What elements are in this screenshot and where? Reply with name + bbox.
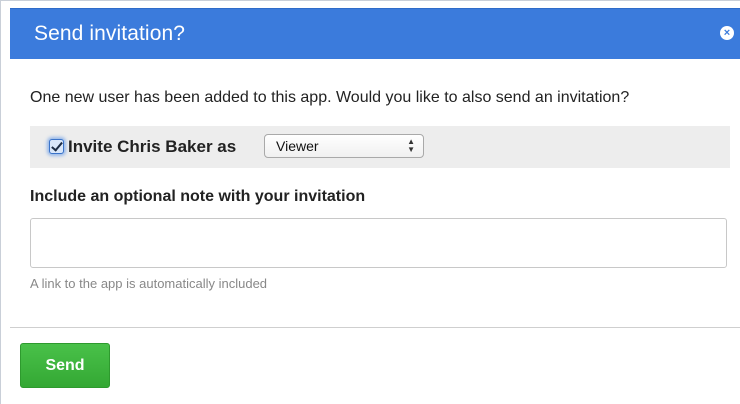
note-input[interactable] bbox=[30, 218, 727, 268]
note-hint: A link to the app is automatically inclu… bbox=[30, 276, 268, 291]
dialog-titlebar: Send invitation? × bbox=[10, 8, 740, 59]
invite-label: Invite Chris Baker as bbox=[68, 137, 237, 156]
frame-edge-top bbox=[0, 0, 740, 1]
screen: Send invitation? × One new user has been… bbox=[0, 0, 740, 404]
send-invitation-dialog: Send invitation? × One new user has been… bbox=[10, 8, 740, 404]
role-select[interactable]: Viewer ▲ ▼ bbox=[264, 134, 424, 158]
footer-divider bbox=[10, 327, 740, 328]
dialog-title: Send invitation? bbox=[34, 22, 186, 45]
frame-edge-left bbox=[0, 0, 1, 404]
close-icon[interactable]: × bbox=[720, 26, 734, 40]
note-heading: Include an optional note with your invit… bbox=[30, 188, 366, 205]
send-button[interactable]: Send bbox=[20, 343, 110, 388]
dialog-message: One new user has been added to this app.… bbox=[30, 89, 630, 106]
select-arrows-icon: ▲ ▼ bbox=[407, 137, 415, 154]
invite-checkbox[interactable] bbox=[49, 139, 64, 154]
role-select-value: Viewer bbox=[276, 138, 319, 154]
invite-row: Invite Chris Baker as Viewer ▲ ▼ bbox=[30, 126, 730, 168]
